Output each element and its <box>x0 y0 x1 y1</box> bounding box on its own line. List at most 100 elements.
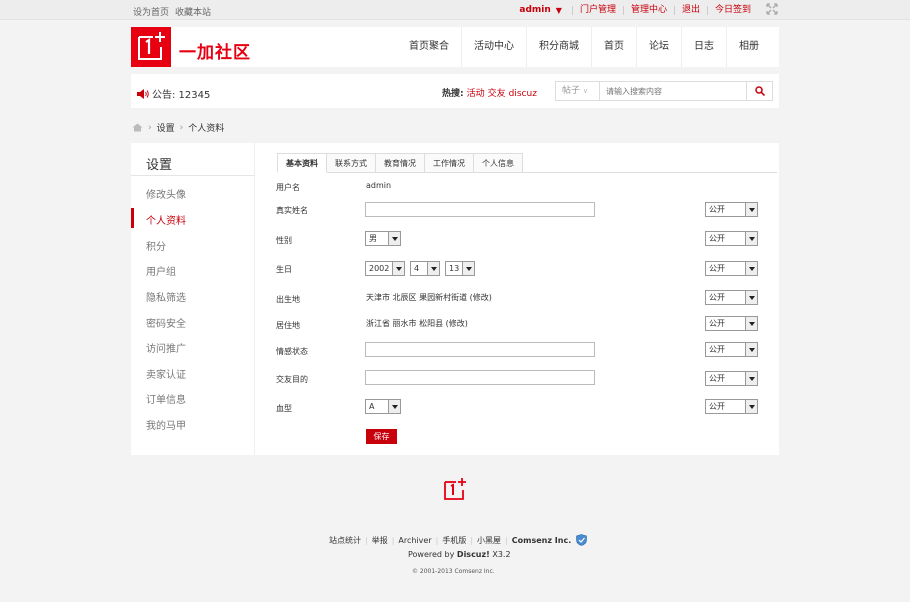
sidebar-item-promotion[interactable]: 访问推广 <box>146 340 186 355</box>
portal-manage-link[interactable]: 门户管理 <box>571 5 623 15</box>
privacy-value: 公开 <box>709 374 725 383</box>
shield-icon[interactable] <box>576 534 588 546</box>
footer-link-report[interactable]: 举报 <box>372 535 388 546</box>
site-name[interactable]: 一加社区 <box>179 38 251 63</box>
nav-item-home[interactable]: 首页 <box>591 27 636 67</box>
nav-item-forum[interactable]: 论坛 <box>636 27 681 67</box>
tab-work[interactable]: 工作情况 <box>425 153 474 173</box>
sidebar-border <box>254 143 255 455</box>
realname-label: 真实姓名 <box>276 206 308 215</box>
sidebar-item-sockpuppet[interactable]: 我的马甲 <box>146 417 186 432</box>
chevron-right-icon: › <box>148 122 152 133</box>
privacy-select-affective[interactable]: 公开 <box>705 342 758 357</box>
privacy-select-residence[interactable]: 公开 <box>705 316 758 331</box>
dropdown-arrow-icon <box>745 262 757 275</box>
profile-tabs: 基本资料 联系方式 教育情况 工作情况 个人信息 <box>277 153 523 173</box>
dropdown-arrow-icon <box>745 232 757 245</box>
sidebar-item-credits[interactable]: 积分 <box>146 238 166 253</box>
footer-link-darkroom[interactable]: 小黑屋 <box>477 535 501 546</box>
search-button[interactable] <box>746 82 772 100</box>
sidebar-item-usergroup[interactable]: 用户组 <box>146 263 176 278</box>
hot-search-label: 热搜: <box>442 89 464 99</box>
home-icon[interactable] <box>132 123 143 132</box>
privacy-value: 公开 <box>709 319 725 328</box>
privacy-select-blood[interactable]: 公开 <box>705 399 758 414</box>
birthplace-value[interactable]: 天津市 北辰区 果园新村街道 (修改) <box>366 292 492 303</box>
dropdown-arrow-icon <box>462 262 474 275</box>
powered-prefix: Powered by <box>408 550 455 559</box>
birth-year-value: 2002 <box>369 264 390 273</box>
search-type-select[interactable]: 帖子 ∨ <box>556 82 600 100</box>
birth-year-select[interactable]: 2002 <box>365 261 405 276</box>
tab-education[interactable]: 教育情况 <box>376 153 425 173</box>
blood-label: 血型 <box>276 404 292 413</box>
main-nav: 首页聚合 活动中心 积分商城 首页 论坛 日志 相册 <box>397 27 771 67</box>
gender-select[interactable]: 男 <box>365 231 401 246</box>
checkin-link[interactable]: 今日签到 <box>706 5 758 15</box>
dropdown-arrow-icon <box>745 317 757 330</box>
logout-link[interactable]: 退出 <box>673 5 707 15</box>
footer-company[interactable]: Comsenz Inc. <box>512 536 571 545</box>
footer-link-archiver[interactable]: Archiver <box>398 536 431 545</box>
search-box: 帖子 ∨ <box>555 81 773 101</box>
breadcrumb-settings[interactable]: 设置 <box>157 121 175 134</box>
footer-logo-icon <box>444 478 466 500</box>
footer-link-mobile[interactable]: 手机版 <box>442 535 466 546</box>
sidebar-item-privacy[interactable]: 隐私筛选 <box>146 289 186 304</box>
username-label: 用户名 <box>276 183 300 192</box>
privacy-select-realname[interactable]: 公开 <box>705 202 758 217</box>
sidebar-divider <box>131 175 254 176</box>
residence-label: 居住地 <box>276 321 300 330</box>
privacy-select-gender[interactable]: 公开 <box>705 231 758 246</box>
hot-search: 热搜: 活动 交友 discuz <box>442 86 537 99</box>
birth-day-select[interactable]: 13 <box>445 261 475 276</box>
announcement[interactable]: 公告: 12345 <box>137 86 210 101</box>
tab-personal[interactable]: 个人信息 <box>474 153 523 173</box>
hot-term-discuz[interactable]: discuz <box>509 89 537 99</box>
expand-icon[interactable] <box>766 3 778 15</box>
residence-value[interactable]: 浙江省 丽水市 松阳县 (修改) <box>366 318 468 329</box>
hot-term-dating[interactable]: 交友 <box>488 89 506 99</box>
chevron-down-icon[interactable]: ▼ <box>556 6 562 15</box>
powered-product[interactable]: Discuz! <box>457 550 490 559</box>
blood-select[interactable]: A <box>365 399 401 414</box>
dropdown-arrow-icon <box>745 203 757 216</box>
set-home-link[interactable]: 设为首页 <box>133 8 169 18</box>
privacy-value: 公开 <box>709 293 725 302</box>
affective-input[interactable] <box>365 342 595 357</box>
nav-item-activity[interactable]: 活动中心 <box>461 27 526 67</box>
sidebar-item-seller-verify[interactable]: 卖家认证 <box>146 366 186 381</box>
privacy-select-birthplace[interactable]: 公开 <box>705 290 758 305</box>
user-menu[interactable]: admin <box>519 5 550 15</box>
purpose-input[interactable] <box>365 370 595 385</box>
top-links-right: admin ▼ 门户管理 管理中心 退出 今日签到 <box>519 5 780 15</box>
privacy-select-birthday[interactable]: 公开 <box>705 261 758 276</box>
privacy-value: 公开 <box>709 345 725 354</box>
nav-item-blog[interactable]: 日志 <box>681 27 726 67</box>
bookmark-link[interactable]: 收藏本站 <box>175 8 211 18</box>
nav-item-points-mall[interactable]: 积分商城 <box>526 27 591 67</box>
nav-item-album[interactable]: 相册 <box>726 27 771 67</box>
footer-links: 站点统计 | 举报 | Archiver | 手机版 | 小黑屋 | Comsenz In… <box>329 534 588 546</box>
sidebar-item-password[interactable]: 密码安全 <box>146 315 186 330</box>
blood-value: A <box>369 402 375 411</box>
privacy-select-purpose[interactable]: 公开 <box>705 371 758 386</box>
tab-contact[interactable]: 联系方式 <box>327 153 376 173</box>
sidebar-title: 设置 <box>146 158 173 173</box>
tab-basic[interactable]: 基本资料 <box>277 153 327 173</box>
oneplus-logo-icon[interactable] <box>131 27 171 67</box>
dropdown-arrow-icon <box>392 262 404 275</box>
sidebar-item-avatar[interactable]: 修改头像 <box>146 186 186 201</box>
hot-term-activity[interactable]: 活动 <box>467 89 485 99</box>
sidebar-item-orders[interactable]: 订单信息 <box>146 391 186 406</box>
search-input[interactable] <box>600 82 746 100</box>
sidebar-item-profile[interactable]: 个人资料 <box>146 212 186 227</box>
admin-center-link[interactable]: 管理中心 <box>622 5 674 15</box>
footer-link-stats[interactable]: 站点统计 <box>329 535 361 546</box>
nav-item-home-aggregate[interactable]: 首页聚合 <box>397 27 461 67</box>
save-button[interactable]: 保存 <box>366 429 397 444</box>
dropdown-arrow-icon <box>388 232 400 245</box>
breadcrumb-profile[interactable]: 个人资料 <box>188 121 224 134</box>
realname-input[interactable] <box>365 202 595 217</box>
birth-month-select[interactable]: 4 <box>410 261 440 276</box>
